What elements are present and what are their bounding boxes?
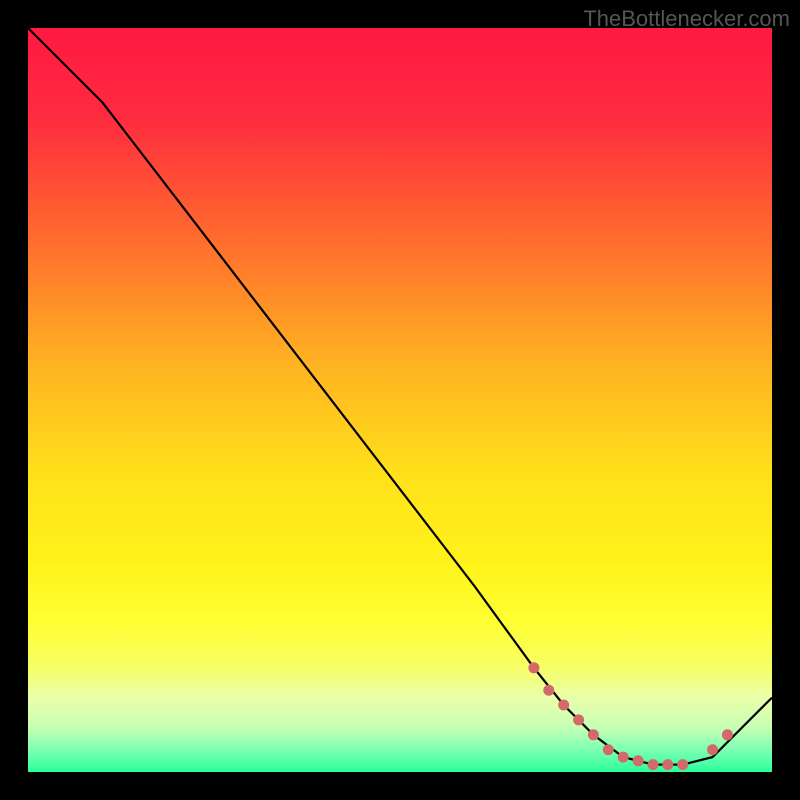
watermark-text: TheBottlenecker.com <box>583 6 790 32</box>
curve-layer <box>28 28 772 772</box>
marker-dot <box>603 744 614 755</box>
marker-dot <box>707 744 718 755</box>
marker-dot <box>588 729 599 740</box>
marker-dot <box>633 755 644 766</box>
marker-dot <box>618 752 629 763</box>
marker-dot <box>722 729 733 740</box>
marker-dot <box>648 759 659 770</box>
marker-dot <box>677 759 688 770</box>
plot-area <box>28 28 772 772</box>
marker-dot <box>543 685 554 696</box>
marker-dot <box>558 700 569 711</box>
marker-dot <box>573 714 584 725</box>
marker-dots <box>528 662 733 770</box>
marker-dot <box>662 759 673 770</box>
marker-dot <box>528 662 539 673</box>
bottleneck-curve <box>28 28 772 765</box>
chart-container: TheBottlenecker.com <box>0 0 800 800</box>
